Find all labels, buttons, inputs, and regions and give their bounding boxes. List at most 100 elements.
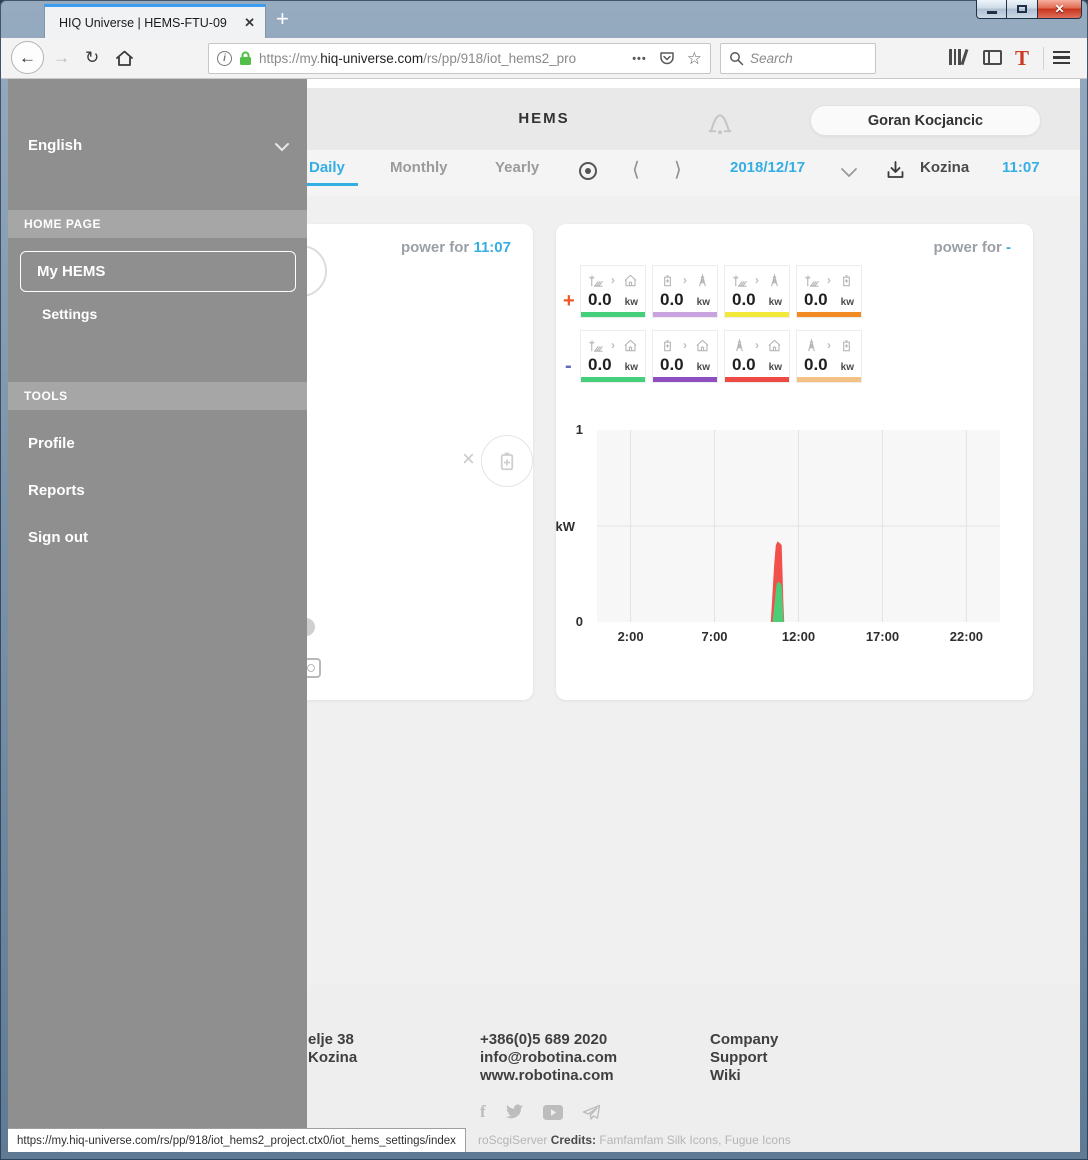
search-input[interactable] xyxy=(750,51,860,66)
minimize-icon xyxy=(987,11,997,14)
bell-icon[interactable] xyxy=(706,109,734,137)
menu-icon[interactable] xyxy=(1053,51,1070,67)
website-link[interactable]: www.robotina.com xyxy=(480,1067,617,1085)
sidebar-menu: English HOME PAGE My HEMS Settings TOOLS… xyxy=(8,79,307,1152)
svg-text:12:00: 12:00 xyxy=(782,629,815,644)
youtube-icon[interactable] xyxy=(543,1105,563,1120)
sidebar-item-reports[interactable]: Reports xyxy=(28,482,85,499)
grid-icon xyxy=(804,338,819,353)
maximize-button[interactable] xyxy=(1007,0,1038,19)
library-icon[interactable] xyxy=(949,49,965,65)
tab-close-icon[interactable]: ✕ xyxy=(236,15,255,31)
tile-value: 0.0 xyxy=(732,355,756,375)
address-line: Kozina xyxy=(308,1049,357,1067)
page-actions-icon[interactable]: ••• xyxy=(632,53,647,65)
power-tile-windsolar-to-house: ›0.0kw xyxy=(580,265,646,318)
tile-unit: kw xyxy=(769,362,782,373)
battery-node-button[interactable] xyxy=(481,435,533,487)
address-line: elje 38 xyxy=(308,1031,357,1049)
date-picker[interactable]: 2018/12/17 xyxy=(730,159,805,176)
flow-disconnect-icon: × xyxy=(462,446,475,472)
grid-icon xyxy=(732,338,747,353)
sidebar-item-settings[interactable]: Settings xyxy=(42,306,97,322)
minus-row-sign: - xyxy=(565,355,572,378)
right-card-title: power for - xyxy=(933,239,1011,256)
facebook-icon[interactable]: f xyxy=(480,1102,486,1122)
footer-contact: +386(0)5 689 2020 info@robotina.com www.… xyxy=(480,1031,617,1085)
navigation-toolbar: ← → ↻ i https://my.hiq-universe.com/rs/p… xyxy=(1,38,1087,79)
sidebar-item-my-hems[interactable]: My HEMS xyxy=(20,251,296,292)
url-bar[interactable]: i https://my.hiq-universe.com/rs/pp/918/… xyxy=(208,43,711,74)
footer-links: Company Support Wiki xyxy=(710,1031,778,1085)
windsolar-icon xyxy=(588,338,603,353)
chart-plot-area: 2:007:0012:0017:0022:00 xyxy=(564,419,1016,659)
tab-daily[interactable]: Daily xyxy=(309,159,345,176)
reload-button[interactable]: ↻ xyxy=(85,48,99,68)
company-link[interactable]: Company xyxy=(710,1031,778,1049)
sidebar-item-sign-out[interactable]: Sign out xyxy=(28,529,88,546)
sidebar-toggle-icon[interactable] xyxy=(983,50,1002,65)
bookmark-star-icon[interactable]: ☆ xyxy=(687,49,702,69)
new-tab-button[interactable]: + xyxy=(276,6,289,32)
status-link-tooltip: https://my.hiq-universe.com/rs/pp/918/io… xyxy=(8,1128,466,1152)
battery-icon xyxy=(660,273,675,288)
prev-day-button[interactable]: ⟨ xyxy=(632,157,640,182)
back-button[interactable]: ← xyxy=(11,41,44,74)
pocket-icon[interactable] xyxy=(659,51,675,66)
battery-icon xyxy=(839,338,854,353)
download-icon[interactable] xyxy=(886,160,905,180)
telegram-icon[interactable] xyxy=(582,1104,601,1121)
page-content: HEMS Goran Kocjancic Daily Monthly Yearl… xyxy=(8,79,1080,1152)
support-link[interactable]: Support xyxy=(710,1049,778,1067)
extension-t-icon[interactable]: T xyxy=(1015,46,1029,71)
daily-power-chart: 1 kW 0 2:007:0012:0017:0022:00 xyxy=(564,419,1016,659)
plus-row-sign: + xyxy=(563,290,575,313)
user-menu-button[interactable]: Goran Kocjancic xyxy=(810,105,1041,136)
browser-window: HIQ Universe | HEMS-FTU-09 ✕ + ✕ ← → ↻ i… xyxy=(0,0,1088,1160)
browser-tab[interactable]: HIQ Universe | HEMS-FTU-09 ✕ xyxy=(44,4,266,38)
minimize-button[interactable] xyxy=(976,0,1007,19)
home-button[interactable] xyxy=(115,49,134,68)
email-link[interactable]: info@robotina.com xyxy=(480,1049,617,1067)
language-chevron-icon[interactable] xyxy=(274,142,290,152)
social-icons: f xyxy=(480,1102,601,1122)
flow-arrow-icon: › xyxy=(683,273,687,287)
tile-unit: kw xyxy=(625,297,638,308)
twitter-icon[interactable] xyxy=(505,1104,524,1120)
record-icon[interactable] xyxy=(579,162,597,180)
power-tile-windsolar-to-battery: ›0.0kw xyxy=(796,265,862,318)
grid-icon xyxy=(767,273,782,288)
sidebar-item-profile[interactable]: Profile xyxy=(28,435,75,452)
url-text: https://my.hiq-universe.com/rs/pp/918/io… xyxy=(259,51,611,66)
search-bar[interactable] xyxy=(720,43,876,74)
sidebar-section-home: HOME PAGE xyxy=(8,210,307,238)
grid-icon xyxy=(695,273,710,288)
site-name[interactable]: Kozina xyxy=(920,159,969,176)
next-day-button[interactable]: ⟩ xyxy=(674,157,682,182)
chevron-down-icon[interactable] xyxy=(840,167,858,178)
language-selector[interactable]: English xyxy=(28,137,82,154)
windsolar-icon xyxy=(588,273,603,288)
battery-plus-icon xyxy=(495,449,519,473)
power-tile-grid-to-house: ›0.0kw xyxy=(724,330,790,383)
svg-text:17:00: 17:00 xyxy=(866,629,899,644)
flow-arrow-icon: › xyxy=(827,273,831,287)
tile-unit: kw xyxy=(769,297,782,308)
tile-color-bar xyxy=(581,377,645,382)
active-tab-underline xyxy=(298,183,358,186)
site-info-icon[interactable]: i xyxy=(217,51,232,66)
tab-yearly[interactable]: Yearly xyxy=(495,159,539,176)
tile-value: 0.0 xyxy=(660,290,684,310)
wiki-link[interactable]: Wiki xyxy=(710,1067,778,1085)
tile-value: 0.0 xyxy=(588,290,612,310)
close-button[interactable]: ✕ xyxy=(1038,0,1082,19)
sidebar-section-tools: TOOLS xyxy=(8,382,307,410)
power-tile-windsolar-to-grid: ›0.0kw xyxy=(724,265,790,318)
tab-monthly[interactable]: Monthly xyxy=(390,159,448,176)
house-icon xyxy=(623,273,638,288)
windsolar-icon xyxy=(804,273,819,288)
tile-unit: kw xyxy=(697,362,710,373)
toolbar-separator xyxy=(1043,47,1044,70)
tile-color-bar xyxy=(797,312,861,317)
forward-button[interactable]: → xyxy=(53,48,70,68)
